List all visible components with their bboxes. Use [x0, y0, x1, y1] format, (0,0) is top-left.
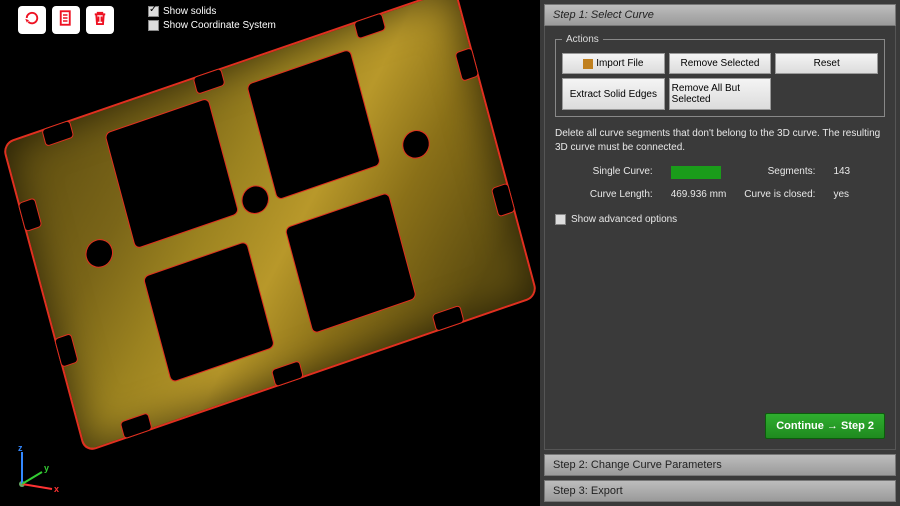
continue-button[interactable]: Continue → Step 2: [765, 413, 885, 439]
helper-text: Delete all curve segments that don't bel…: [555, 127, 885, 154]
length-value: 469.936 mm: [671, 189, 727, 200]
remove-selected-button[interactable]: Remove Selected: [669, 53, 772, 74]
file-icon: [583, 59, 593, 69]
actions-legend: Actions: [562, 34, 603, 45]
svg-text:z: z: [18, 444, 23, 453]
viewport-3d[interactable]: x z y: [0, 0, 536, 506]
extract-edges-button[interactable]: Extract Solid Edges: [562, 78, 665, 110]
closed-label: Curve is closed:: [744, 189, 815, 200]
side-panel: Step 1: Select Curve Actions Import File…: [540, 0, 900, 506]
import-file-button[interactable]: Import File: [562, 53, 665, 74]
segments-label: Segments:: [744, 166, 815, 179]
remove-all-but-button[interactable]: Remove All But Selected: [669, 78, 772, 110]
axis-gizmo: x z y: [12, 444, 62, 494]
advanced-row: Show advanced options: [555, 214, 885, 225]
advanced-checkbox[interactable]: [555, 214, 566, 225]
segments-value: 143: [833, 166, 850, 179]
advanced-label: Show advanced options: [571, 214, 677, 225]
step1-body: Actions Import File Remove Selected Rese…: [544, 26, 896, 450]
svg-text:y: y: [44, 463, 49, 473]
reset-button[interactable]: Reset: [775, 53, 878, 74]
solid-profile: [2, 0, 539, 453]
closed-value: yes: [833, 189, 850, 200]
step2-header[interactable]: Step 2: Change Curve Parameters: [544, 454, 896, 476]
step3-header[interactable]: Step 3: Export: [544, 480, 896, 502]
info-grid: Single Curve: Segments: 143 Curve Length…: [555, 166, 885, 200]
actions-group: Actions Import File Remove Selected Rese…: [555, 34, 885, 117]
step1-header[interactable]: Step 1: Select Curve: [544, 4, 896, 26]
length-label: Curve Length:: [590, 189, 653, 200]
svg-text:x: x: [54, 484, 59, 494]
single-curve-label: Single Curve:: [590, 166, 653, 179]
single-curve-indicator: [671, 166, 721, 179]
